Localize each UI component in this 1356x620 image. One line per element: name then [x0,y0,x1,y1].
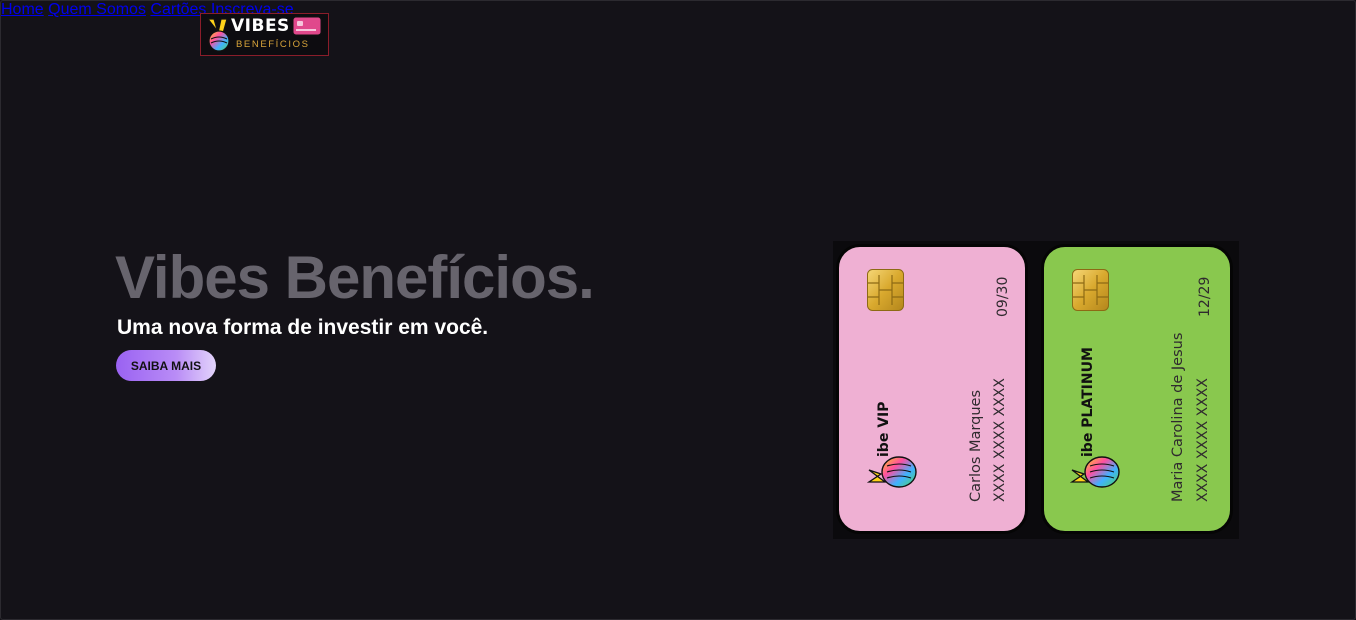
nav-quem-somos[interactable]: Quem Somos [48,1,146,18]
peace-hand-icon [206,18,230,52]
logo-subtitle: BENEFÍCIOS [236,39,310,50]
card-number: XXXX XXXX XXXX [1195,378,1211,502]
credit-card-icon [292,16,322,36]
site-header: VIBES BENEFÍCIOS Home Quem Somos Cartões… [1,1,1355,56]
card-holder-name: Maria Carolina de Jesus [1170,332,1186,502]
hero-title: Vibes Benefícios. [115,244,595,311]
card-number: XXXX XXXX XXXX [992,378,1008,502]
card-vip[interactable]: 09/30 ibe VIP Carlos Marques XXXX XXXX X… [836,244,1028,534]
hero-subtitle: Uma nova forma de investir em você. [117,316,489,339]
card-brand: ibe PLATINUM [1080,347,1096,457]
logo-title: VIBES [231,16,290,36]
cards-showcase: 09/30 ibe VIP Carlos Marques XXXX XXXX X… [833,241,1239,539]
peace-hand-icon [867,456,917,488]
saiba-mais-button[interactable]: SAIBA MAIS [116,350,216,381]
card-holder-name: Carlos Marques [968,389,984,502]
peace-hand-icon [1070,456,1120,488]
nav-home[interactable]: Home [1,1,44,18]
card-platinum[interactable]: 12/29 ibe PLATINUM Maria Carolina de Jes… [1041,244,1233,534]
brand-logo[interactable]: VIBES BENEFÍCIOS [200,13,329,56]
card-expiry: 09/30 [995,276,1011,317]
card-expiry: 12/29 [1197,276,1213,317]
card-brand: ibe VIP [876,401,892,458]
card-chip-icon [1072,269,1109,311]
nav-cartoes[interactable]: Cartões [150,1,206,18]
page: VIBES BENEFÍCIOS Home Quem Somos Cartões… [0,0,1356,620]
card-chip-icon [867,269,904,311]
